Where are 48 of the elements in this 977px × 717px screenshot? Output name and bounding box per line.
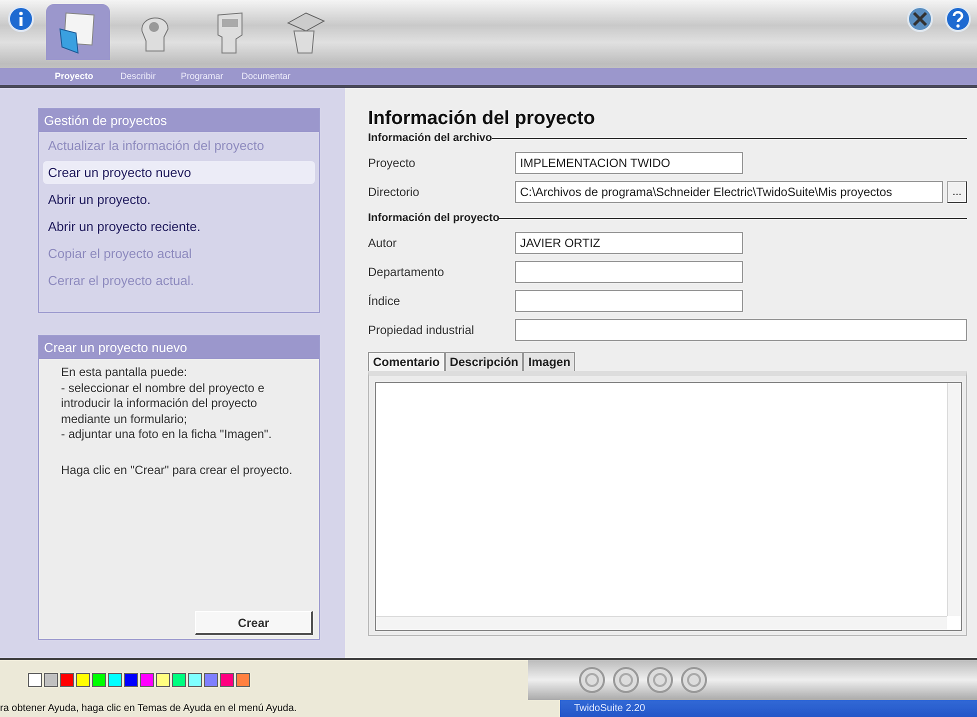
section-title: Información del archivo <box>368 132 492 144</box>
browse-button[interactable]: ... <box>947 181 967 203</box>
field-label: Proyecto <box>368 156 416 170</box>
color-swatch[interactable] <box>156 673 170 687</box>
color-swatch[interactable] <box>204 673 218 687</box>
color-swatch[interactable] <box>92 673 106 687</box>
field-label: Departamento <box>368 265 446 279</box>
page-title: Información del proyecto <box>368 108 596 130</box>
taskbar-button[interactable]: TwidoSuite 2.20 <box>560 700 977 717</box>
section-title: Información del proyecto <box>368 212 500 224</box>
tab[interactable]: Imagen <box>523 352 576 371</box>
color-swatch[interactable] <box>188 673 202 687</box>
help-text: En esta pantalla puede: - seleccionar el nombre del proyecto e introducir la información del proyecto mediante un formulario; - adjuntar una foto en la ficha "Imagen". <box>61 365 273 443</box>
status-text: ra obtener Ayuda, haga clic en Temas de Ayuda en el menú Ayuda. <box>0 702 298 716</box>
color-swatch[interactable] <box>220 673 234 687</box>
color-swatch[interactable] <box>236 673 250 687</box>
text-field[interactable] <box>515 319 967 341</box>
task-menu-item[interactable]: Abrir un proyecto reciente. <box>43 215 315 238</box>
help-text: Haga clic en "Crear" para crear el proyecto. <box>61 462 294 479</box>
task-menu-item[interactable]: Abrir un proyecto. <box>43 188 315 211</box>
field-label: Índice <box>368 294 402 308</box>
field-label: Propiedad industrial <box>368 323 476 337</box>
panel-title: Gestión de proyectos <box>39 109 319 132</box>
text-field[interactable] <box>515 261 743 283</box>
field-label: Autor <box>368 236 398 250</box>
text-field[interactable]: IMPLEMENTACION TWIDO <box>515 152 743 174</box>
help-icon[interactable] <box>945 6 971 32</box>
color-swatch[interactable] <box>172 673 186 687</box>
create-button[interactable]: Crear <box>195 611 313 635</box>
panel-title: Crear un proyecto nuevo <box>39 336 319 359</box>
tab[interactable]: Descripción <box>444 352 524 371</box>
text-field[interactable]: C:\Archivos de programa\Schneider Electric\TwidoSuite\Mis proyectos <box>515 181 943 203</box>
text-field[interactable]: JAVIER ORTIZ <box>515 232 743 254</box>
vertical-scrollbar[interactable] <box>947 383 961 616</box>
field-label: Directorio <box>368 185 420 199</box>
color-swatch[interactable] <box>140 673 154 687</box>
color-swatch[interactable] <box>28 673 42 687</box>
color-swatch[interactable] <box>76 673 90 687</box>
text-field[interactable] <box>515 290 743 312</box>
color-swatch[interactable] <box>44 673 58 687</box>
color-swatch[interactable] <box>108 673 122 687</box>
task-menu-item[interactable]: Crear un proyecto nuevo <box>43 161 315 184</box>
color-swatch[interactable] <box>60 673 74 687</box>
info-icon[interactable] <box>8 6 34 32</box>
tools-icon[interactable] <box>907 6 933 32</box>
horizontal-scrollbar[interactable] <box>376 616 947 630</box>
tab[interactable]: Comentario <box>368 352 445 371</box>
color-swatch[interactable] <box>124 673 138 687</box>
